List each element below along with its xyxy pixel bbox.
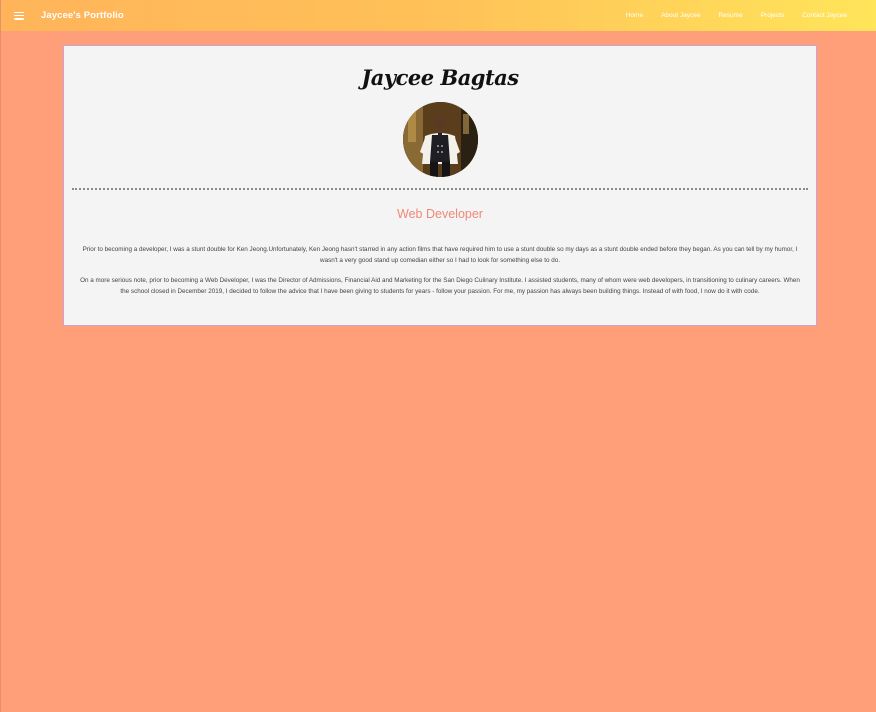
section-divider xyxy=(72,188,808,190)
nav-link-home[interactable]: Home xyxy=(626,12,643,19)
profile-avatar xyxy=(403,102,478,177)
hamburger-menu-icon[interactable] xyxy=(14,11,24,20)
navbar: Jaycee's Portfolio Home About Jaycee Res… xyxy=(1,0,876,31)
nav-links: Home About Jaycee Resume Projects Contac… xyxy=(626,0,847,31)
bio-paragraph-1: Prior to becoming a developer, I was a s… xyxy=(82,246,798,264)
page: Jaycee's Portfolio Home About Jaycee Res… xyxy=(0,0,876,712)
nav-link-about[interactable]: About Jaycee xyxy=(661,12,700,19)
nav-link-projects[interactable]: Projects xyxy=(761,12,784,19)
profile-photo xyxy=(403,102,478,177)
brand-title[interactable]: Jaycee's Portfolio xyxy=(41,10,124,21)
nav-link-contact[interactable]: Contact Jaycee xyxy=(802,12,847,19)
profile-role: Web Developer xyxy=(397,207,483,221)
profile-card: Jaycee Bagtas Web Developer Prior to bec… xyxy=(63,45,817,326)
bio-paragraph-2: On a more serious note, prior to becomin… xyxy=(80,277,800,295)
nav-link-resume[interactable]: Resume xyxy=(718,12,742,19)
profile-name: Jaycee Bagtas xyxy=(361,65,519,90)
